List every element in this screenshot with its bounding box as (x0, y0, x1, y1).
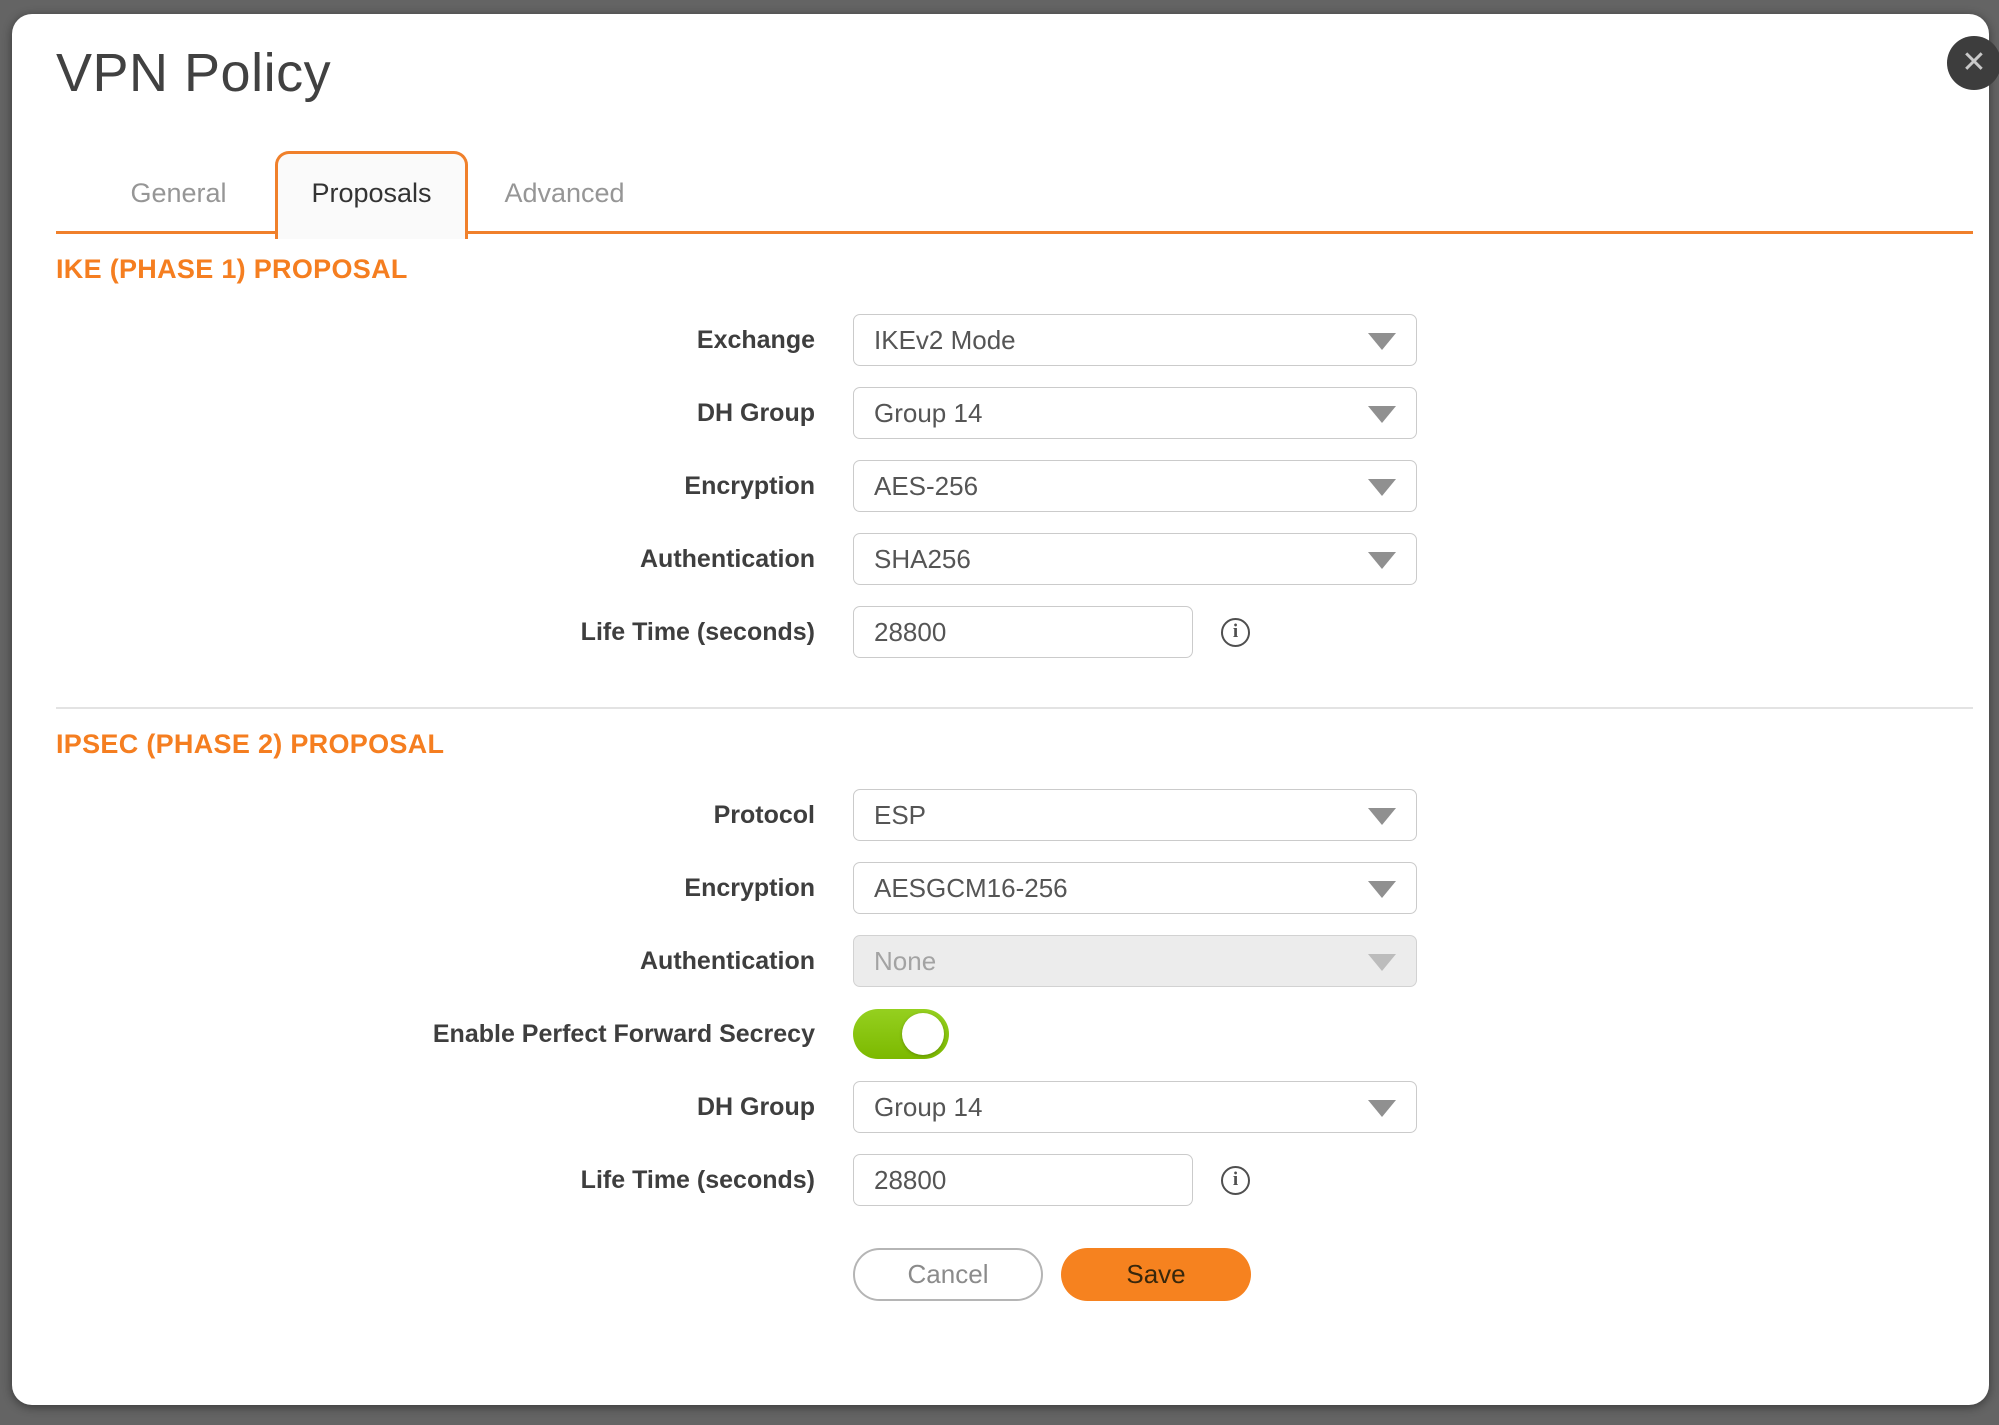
ipsec-section-heading: IPSEC (PHASE 2) PROPOSAL (56, 729, 1989, 760)
close-button[interactable]: ✕ (1947, 36, 1999, 90)
form-row-authentication: Authentication SHA256 (56, 533, 1989, 585)
chevron-down-icon (1368, 333, 1396, 350)
form-row-encryption-ipsec: Encryption AESGCM16-256 (56, 862, 1989, 914)
select-value: SHA256 (874, 544, 971, 575)
life-time-input[interactable] (853, 606, 1193, 658)
select-value: IKEv2 Mode (874, 325, 1016, 356)
tab-proposals[interactable]: Proposals (275, 151, 468, 239)
tab-general[interactable]: General (82, 178, 275, 231)
field-label: Enable Perfect Forward Secrecy (56, 1020, 815, 1049)
chevron-down-icon (1368, 552, 1396, 569)
ipsec-dh-group-select[interactable]: Group 14 (853, 1081, 1417, 1133)
ipsec-authentication-select-disabled: None (853, 935, 1417, 987)
form-row-dh-group: DH Group Group 14 (56, 387, 1989, 439)
select-value: ESP (874, 800, 926, 831)
tab-advanced[interactable]: Advanced (468, 178, 661, 231)
exchange-select[interactable]: IKEv2 Mode (853, 314, 1417, 366)
chevron-down-icon (1368, 808, 1396, 825)
form-row-protocol: Protocol ESP (56, 789, 1989, 841)
select-value: None (874, 946, 936, 977)
dialog-actions: Cancel Save (853, 1248, 1989, 1301)
field-label: Authentication (56, 947, 815, 976)
info-icon-glyph: i (1233, 1169, 1238, 1191)
protocol-select[interactable]: ESP (853, 789, 1417, 841)
form-row-pfs: Enable Perfect Forward Secrecy (56, 1008, 1989, 1060)
select-value: AES-256 (874, 471, 978, 502)
form-row-exchange: Exchange IKEv2 Mode (56, 314, 1989, 366)
select-value: Group 14 (874, 398, 982, 429)
field-label: DH Group (56, 1093, 815, 1122)
encryption-select[interactable]: AES-256 (853, 460, 1417, 512)
field-label: Encryption (56, 874, 815, 903)
ipsec-encryption-select[interactable]: AESGCM16-256 (853, 862, 1417, 914)
dh-group-select[interactable]: Group 14 (853, 387, 1417, 439)
page-title: VPN Policy (56, 42, 1989, 104)
field-label: Exchange (56, 326, 815, 355)
chevron-down-icon (1368, 881, 1396, 898)
field-label: DH Group (56, 399, 815, 428)
ipsec-life-time-input[interactable] (853, 1154, 1193, 1206)
chevron-down-icon (1368, 406, 1396, 423)
select-value: Group 14 (874, 1092, 982, 1123)
field-label: Life Time (seconds) (56, 1166, 815, 1195)
tab-bar: General Proposals Advanced (56, 152, 1973, 234)
form-row-authentication-ipsec: Authentication None (56, 935, 1989, 987)
cancel-button[interactable]: Cancel (853, 1248, 1043, 1301)
save-button[interactable]: Save (1061, 1248, 1251, 1301)
ike-form: Exchange IKEv2 Mode DH Group Group 14 En… (12, 314, 1989, 658)
vpn-policy-dialog: VPN Policy General Proposals Advanced IK… (12, 14, 1989, 1405)
form-row-encryption: Encryption AES-256 (56, 460, 1989, 512)
field-label: Authentication (56, 545, 815, 574)
section-divider (56, 707, 1973, 709)
info-icon[interactable]: i (1221, 1166, 1250, 1195)
chevron-down-icon (1368, 954, 1396, 971)
form-row-life-time-ipsec: Life Time (seconds) i (56, 1154, 1989, 1206)
select-value: AESGCM16-256 (874, 873, 1068, 904)
ike-section-heading: IKE (PHASE 1) PROPOSAL (56, 254, 1989, 285)
chevron-down-icon (1368, 1100, 1396, 1117)
form-row-life-time: Life Time (seconds) i (56, 606, 1989, 658)
toggle-knob (902, 1013, 944, 1055)
authentication-select[interactable]: SHA256 (853, 533, 1417, 585)
pfs-toggle[interactable] (853, 1009, 949, 1059)
field-label: Protocol (56, 801, 815, 830)
ipsec-form: Protocol ESP Encryption AESGCM16-256 Aut… (12, 789, 1989, 1206)
info-icon-glyph: i (1233, 621, 1238, 643)
field-label: Life Time (seconds) (56, 618, 815, 647)
close-icon: ✕ (1961, 48, 1986, 78)
form-row-dh-group-ipsec: DH Group Group 14 (56, 1081, 1989, 1133)
field-label: Encryption (56, 472, 815, 501)
chevron-down-icon (1368, 479, 1396, 496)
info-icon[interactable]: i (1221, 618, 1250, 647)
